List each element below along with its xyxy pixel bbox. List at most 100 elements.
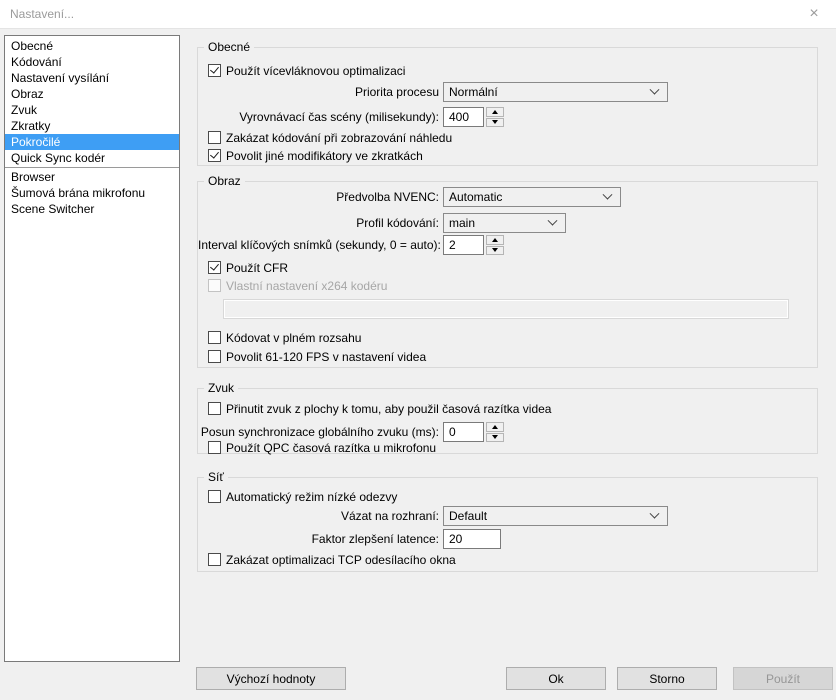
checkbox-other-hotkey-modifiers[interactable]: Povolit jiné modifikátory ve zkratkách xyxy=(208,148,423,163)
checkbox-box[interactable] xyxy=(208,131,221,144)
window-title: Nastavení... xyxy=(10,0,74,28)
sidebar-item-quick-sync[interactable]: Quick Sync kodér xyxy=(5,150,179,166)
group-audio: Zvuk Přinutit zvuk z plochy k tomu, aby … xyxy=(197,388,818,454)
audio-sync-offset-input[interactable] xyxy=(443,422,484,442)
audio-sync-offset-spinner xyxy=(443,422,504,442)
sidebar-separator xyxy=(5,167,179,168)
latency-factor-input[interactable] xyxy=(443,529,501,549)
spin-down-button[interactable] xyxy=(486,246,504,256)
encoding-profile-dropdown[interactable]: main xyxy=(443,213,566,233)
encoding-profile-value: main xyxy=(444,216,549,230)
process-priority-label: Priorita procesu xyxy=(198,82,439,102)
checkbox-full-range-encoding[interactable]: Kódovat v plném rozsahu xyxy=(208,330,361,345)
checkbox-box xyxy=(208,279,221,292)
checkbox-custom-x264-settings: Vlastní nastavení x264 kodéru xyxy=(208,278,387,293)
latency-factor-label: Faktor zlepšení latence: xyxy=(198,529,439,549)
sidebar-item-kodovani[interactable]: Kódování xyxy=(5,54,179,70)
close-icon[interactable]: × xyxy=(798,0,830,28)
checkbox-box[interactable] xyxy=(208,64,221,77)
group-audio-title: Zvuk xyxy=(204,381,238,395)
sidebar-item-sumova-brana[interactable]: Šumová brána mikrofonu xyxy=(5,185,179,201)
apply-button: Použít xyxy=(733,667,833,690)
group-network-title: Síť xyxy=(204,470,228,484)
checkbox-label: Přinutit zvuk z plochy k tomu, aby použi… xyxy=(226,402,551,416)
nvenc-preset-dropdown[interactable]: Automatic xyxy=(443,187,621,207)
checkbox-multithread-optimization[interactable]: Použít vícevláknovou optimalizaci xyxy=(208,63,405,78)
checkbox-label: Použít vícevláknovou optimalizaci xyxy=(226,64,405,78)
checkbox-allow-high-fps[interactable]: Povolit 61-120 FPS v nastavení videa xyxy=(208,349,426,364)
sidebar-item-zvuk[interactable]: Zvuk xyxy=(5,102,179,118)
checkbox-label: Zakázat optimalizaci TCP odesílacího okn… xyxy=(226,553,456,567)
audio-sync-offset-label: Posun synchronizace globálního zvuku (ms… xyxy=(198,422,439,442)
group-video: Obraz Předvolba NVENC: Automatic Profil … xyxy=(197,181,818,368)
nvenc-preset-value: Automatic xyxy=(444,190,604,204)
bind-interface-label: Vázat na rozhraní: xyxy=(198,506,439,526)
nvenc-preset-label: Předvolba NVENC: xyxy=(198,187,439,207)
cancel-button[interactable]: Storno xyxy=(617,667,717,690)
group-network: Síť Automatický režim nízké odezvy Vázat… xyxy=(197,477,818,572)
checkbox-label: Použít CFR xyxy=(226,261,288,275)
chevron-down-icon xyxy=(650,84,660,94)
bind-interface-dropdown[interactable]: Default xyxy=(443,506,668,526)
ok-button[interactable]: Ok xyxy=(506,667,606,690)
checkbox-box[interactable] xyxy=(208,331,221,344)
chevron-down-icon xyxy=(603,189,613,199)
spin-up-button[interactable] xyxy=(486,235,504,245)
arrow-down-icon xyxy=(492,435,498,439)
sidebar-item-scene-switcher[interactable]: Scene Switcher xyxy=(5,201,179,217)
chevron-down-icon xyxy=(650,508,660,518)
arrow-up-icon xyxy=(492,110,498,114)
scene-buffer-input[interactable] xyxy=(443,107,484,127)
checkbox-disable-preview-encoding[interactable]: Zakázat kódování při zobrazování náhledu xyxy=(208,130,452,145)
spin-down-button[interactable] xyxy=(486,433,504,443)
process-priority-dropdown[interactable]: Normální xyxy=(443,82,668,102)
checkbox-label: Použít QPC časová razítka u mikrofonu xyxy=(226,441,436,455)
encoding-profile-label: Profil kódování: xyxy=(198,213,439,233)
arrow-down-icon xyxy=(492,248,498,252)
arrow-down-icon xyxy=(492,120,498,124)
checkbox-box[interactable] xyxy=(208,441,221,454)
bind-interface-value: Default xyxy=(444,509,651,523)
sidebar-item-obecne[interactable]: Obecné xyxy=(5,38,179,54)
checkbox-box[interactable] xyxy=(208,149,221,162)
group-general-title: Obecné xyxy=(204,40,254,54)
sidebar-item-pokrocile[interactable]: Pokročilé xyxy=(5,134,179,150)
spin-up-button[interactable] xyxy=(486,107,504,117)
checkbox-disable-tcp-optimization[interactable]: Zakázat optimalizaci TCP odesílacího okn… xyxy=(208,552,456,567)
arrow-up-icon xyxy=(492,238,498,242)
sidebar-item-browser[interactable]: Browser xyxy=(5,169,179,185)
sidebar-item-obraz[interactable]: Obraz xyxy=(5,86,179,102)
checkbox-force-desktop-audio-timestamps[interactable]: Přinutit zvuk z plochy k tomu, aby použi… xyxy=(208,401,551,416)
sidebar-item-zkratky[interactable]: Zkratky xyxy=(5,118,179,134)
checkbox-box[interactable] xyxy=(208,553,221,566)
checkbox-label: Zakázat kódování při zobrazování náhledu xyxy=(226,131,452,145)
arrow-up-icon xyxy=(492,425,498,429)
spin-up-button[interactable] xyxy=(486,422,504,432)
settings-category-list: Obecné Kódování Nastavení vysílání Obraz… xyxy=(4,35,180,662)
checkbox-label: Kódovat v plném rozsahu xyxy=(226,331,361,345)
keyframe-interval-input[interactable] xyxy=(443,235,484,255)
group-general: Obecné Použít vícevláknovou optimalizaci… xyxy=(197,47,818,166)
checkbox-box[interactable] xyxy=(208,350,221,363)
checkbox-label: Povolit 61-120 FPS v nastavení videa xyxy=(226,350,426,364)
title-bar: Nastavení... × xyxy=(0,0,836,29)
checkbox-box[interactable] xyxy=(208,490,221,503)
chevron-down-icon xyxy=(548,215,558,225)
defaults-button[interactable]: Výchozí hodnoty xyxy=(196,667,346,690)
checkbox-label: Povolit jiné modifikátory ve zkratkách xyxy=(226,149,423,163)
scene-buffer-label: Vyrovnávací čas scény (milisekundy): xyxy=(198,107,439,127)
keyframe-interval-label: Interval klíčových snímků (sekundy, 0 = … xyxy=(198,235,439,255)
checkbox-label: Automatický režim nízké odezvy xyxy=(226,490,397,504)
checkbox-use-cfr[interactable]: Použít CFR xyxy=(208,260,288,275)
checkbox-box[interactable] xyxy=(208,402,221,415)
checkbox-auto-low-latency[interactable]: Automatický režim nízké odezvy xyxy=(208,489,397,504)
scene-buffer-spinner xyxy=(443,107,504,127)
checkbox-box[interactable] xyxy=(208,261,221,274)
process-priority-value: Normální xyxy=(444,85,651,99)
checkbox-qpc-mic-timestamps[interactable]: Použít QPC časová razítka u mikrofonu xyxy=(208,440,436,455)
spin-down-button[interactable] xyxy=(486,118,504,128)
keyframe-interval-spinner xyxy=(443,235,504,255)
checkbox-label: Vlastní nastavení x264 kodéru xyxy=(226,279,387,293)
sidebar-item-nastaveni-vysilani[interactable]: Nastavení vysílání xyxy=(5,70,179,86)
x264-settings-input xyxy=(223,299,789,319)
